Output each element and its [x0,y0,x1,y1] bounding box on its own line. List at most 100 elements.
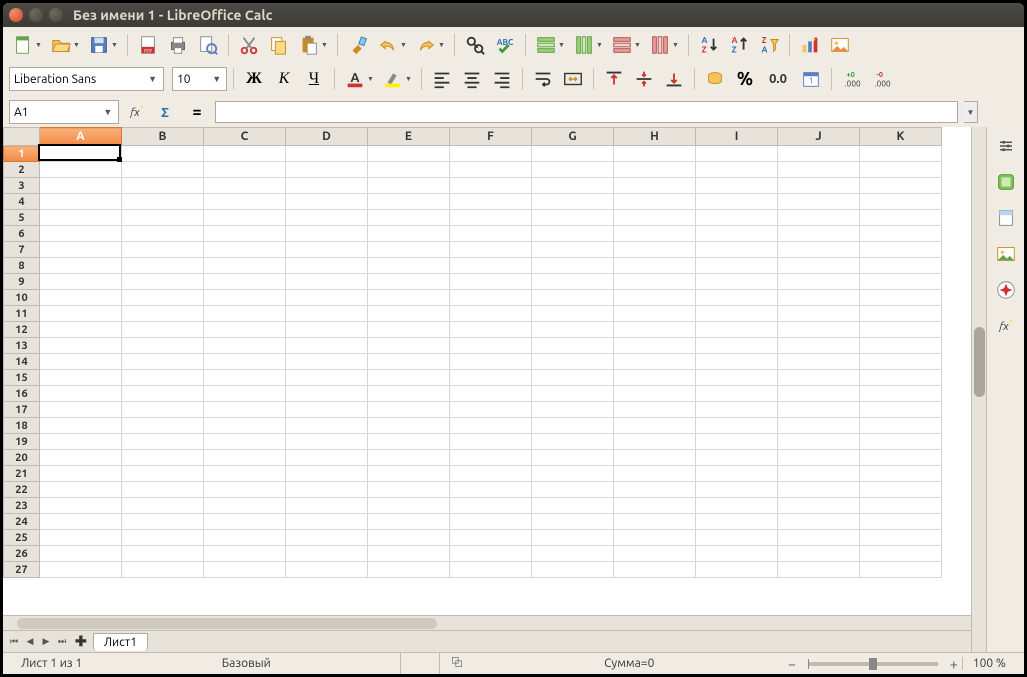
cell[interactable] [204,498,286,514]
cell[interactable] [204,194,286,210]
cell[interactable] [532,450,614,466]
cell[interactable] [122,434,204,450]
align-left-button[interactable] [428,65,456,93]
cell[interactable] [614,354,696,370]
zoom-slider[interactable] [808,662,938,666]
cell[interactable] [368,450,450,466]
sort-ascending-button[interactable]: AZ [695,31,723,59]
cell[interactable] [614,546,696,562]
sort-descending-button[interactable]: AZ [725,31,753,59]
function-equals-button[interactable]: = [185,100,209,124]
cell[interactable] [450,146,532,162]
font-color-button[interactable]: A▼ [341,65,377,93]
zoom-out-button[interactable]: − [784,656,800,672]
cell[interactable] [122,466,204,482]
delete-row-button[interactable]: ▼ [608,31,644,59]
row-header[interactable]: 3 [4,178,40,194]
cell[interactable] [778,514,860,530]
cell[interactable] [778,290,860,306]
cell[interactable] [286,466,368,482]
cell[interactable] [40,258,122,274]
cell[interactable] [860,498,942,514]
cell[interactable] [122,226,204,242]
paste-button[interactable]: ▼ [295,31,331,59]
cell[interactable] [778,258,860,274]
cell[interactable] [696,514,778,530]
print-button[interactable] [164,31,192,59]
zoom-in-button[interactable]: + [946,656,962,672]
align-right-button[interactable] [488,65,516,93]
cut-button[interactable] [235,31,263,59]
row-header[interactable]: 17 [4,402,40,418]
cell[interactable] [778,434,860,450]
cell[interactable] [368,514,450,530]
cell[interactable] [778,242,860,258]
align-center-button[interactable] [458,65,486,93]
cell[interactable] [368,290,450,306]
select-all-corner[interactable] [4,128,40,146]
cell[interactable] [122,386,204,402]
cell[interactable] [696,194,778,210]
cell[interactable] [286,258,368,274]
cell[interactable] [40,338,122,354]
cell[interactable] [532,258,614,274]
cell[interactable] [696,162,778,178]
tab-prev-button[interactable]: ◀ [23,635,37,649]
cell[interactable] [778,322,860,338]
cell[interactable] [204,370,286,386]
cell[interactable] [122,274,204,290]
cell[interactable] [696,226,778,242]
cell[interactable] [450,338,532,354]
cell[interactable] [860,402,942,418]
column-header[interactable]: D [286,128,368,146]
cell[interactable] [532,434,614,450]
row-header[interactable]: 9 [4,274,40,290]
percent-button[interactable]: % [731,65,759,93]
cell[interactable] [368,530,450,546]
cell[interactable] [614,274,696,290]
cell[interactable] [122,306,204,322]
cell[interactable] [286,450,368,466]
cell[interactable] [368,210,450,226]
window-close-button[interactable] [9,8,23,22]
cell[interactable] [286,146,368,162]
cell[interactable] [122,370,204,386]
cell[interactable] [40,482,122,498]
cell[interactable] [778,450,860,466]
cell[interactable] [450,210,532,226]
row-header[interactable]: 16 [4,386,40,402]
cell[interactable] [860,210,942,226]
cell[interactable] [450,162,532,178]
cell[interactable] [40,242,122,258]
spellcheck-button[interactable]: ABC [491,31,519,59]
row-header[interactable]: 15 [4,370,40,386]
cell[interactable] [860,274,942,290]
cell[interactable] [696,178,778,194]
cell[interactable] [532,274,614,290]
cell[interactable] [204,418,286,434]
cell[interactable] [204,530,286,546]
row-header[interactable]: 22 [4,482,40,498]
remove-decimal-button[interactable]: -0.000 [868,65,896,93]
cell[interactable] [696,306,778,322]
cell[interactable] [40,322,122,338]
cell[interactable] [40,290,122,306]
cell[interactable] [40,530,122,546]
cell[interactable] [122,290,204,306]
cell[interactable] [860,226,942,242]
cell[interactable] [40,514,122,530]
cell[interactable] [860,306,942,322]
cell[interactable] [860,530,942,546]
cell[interactable] [122,546,204,562]
cell[interactable] [204,290,286,306]
export-pdf-button[interactable]: PDF [134,31,162,59]
cell[interactable] [450,546,532,562]
spreadsheet-grid[interactable]: ABCDEFGHIJK12345678910111213141516171819… [3,127,971,615]
cell[interactable] [368,418,450,434]
cell[interactable] [532,322,614,338]
cell[interactable] [532,306,614,322]
cell[interactable] [40,370,122,386]
cell[interactable] [450,434,532,450]
cell[interactable] [450,274,532,290]
cell[interactable] [532,546,614,562]
